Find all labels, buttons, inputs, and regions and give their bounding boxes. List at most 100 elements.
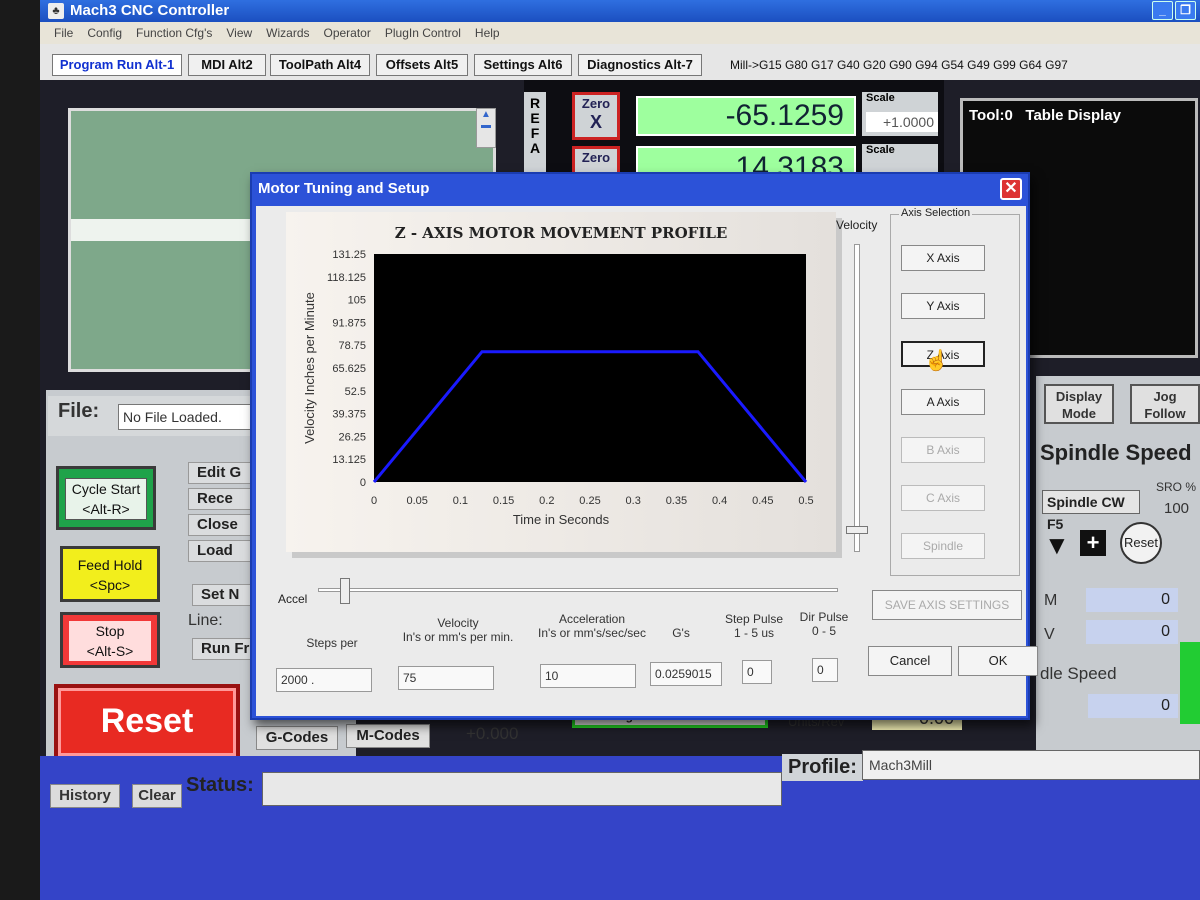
recent-file-button[interactable]: Rece <box>188 488 254 510</box>
mach3-app-icon: ♣ <box>48 3 64 19</box>
steps-per-label: Steps per <box>306 636 358 650</box>
reset-button[interactable]: Reset <box>54 684 240 760</box>
tab-mdi[interactable]: MDI Alt2 <box>188 54 266 76</box>
title-bar: ♣ Mach3 CNC Controller _ ❐ <box>40 0 1200 22</box>
a-axis-button[interactable]: A Axis <box>901 389 985 415</box>
menu-item[interactable]: Config <box>87 22 122 44</box>
steps-per-field[interactable]: 2000 . <box>276 668 372 692</box>
clear-button[interactable]: Clear <box>132 784 182 808</box>
stop-label: Stop <box>95 623 125 639</box>
history-button[interactable]: History <box>50 784 120 808</box>
v-label: V <box>1044 626 1055 643</box>
dro-panel: R E F A Zero X -65.1259 Scale +1.0000 Ze… <box>524 80 944 184</box>
tab-toolpath[interactable]: ToolPath Alt4 <box>270 54 370 76</box>
spindle-cw-button[interactable]: Spindle CW F5 <box>1042 490 1140 532</box>
display-mode-button[interactable]: Display Mode <box>1044 384 1114 424</box>
y-tick-label: 91.875 <box>332 317 366 329</box>
x-axis-button[interactable]: X Axis <box>901 245 985 271</box>
menu-item[interactable]: View <box>226 22 252 44</box>
edit-gcode-button[interactable]: Edit G <box>188 462 254 484</box>
x-tick-label: 0.35 <box>666 495 687 507</box>
y-tick-label: 0 <box>360 477 366 489</box>
tab-bar: Program Run Alt-1 MDI Alt2 ToolPath Alt4… <box>40 44 1200 80</box>
b-axis-button[interactable]: B Axis <box>901 437 985 463</box>
menu-item[interactable]: File <box>54 22 73 44</box>
tab-offsets[interactable]: Offsets Alt5 <box>376 54 468 76</box>
offset-value: +0.000 <box>466 724 519 743</box>
x-tick-label: 0.15 <box>493 495 514 507</box>
y-axis-button[interactable]: Y Axis <box>901 293 985 319</box>
spindle-value-1: 0 <box>1086 588 1178 612</box>
spindle-down-icon[interactable]: ▼ <box>1044 530 1070 561</box>
ref-all-button[interactable]: R E F A <box>524 92 546 180</box>
step-pulse-field[interactable]: 0 <box>742 660 772 684</box>
velocity-slider-thumb[interactable] <box>846 526 868 534</box>
restore-icon[interactable]: ❐ <box>1175 1 1196 20</box>
ok-button[interactable]: OK <box>958 646 1038 676</box>
accel-slider[interactable] <box>318 588 838 592</box>
line-label: Line: <box>188 612 223 629</box>
menu-item[interactable]: PlugIn Control <box>385 22 461 44</box>
menu-item[interactable]: Function Cfg's <box>136 22 212 44</box>
acceleration-field[interactable]: 10 <box>540 664 636 688</box>
ref-letter: E <box>530 110 540 126</box>
gs-field[interactable]: 0.0259015 <box>650 662 722 686</box>
x-tick-label: 0.45 <box>752 495 773 507</box>
y-tick-label: 105 <box>348 295 366 307</box>
x-tick-label: 0.05 <box>406 495 427 507</box>
zero-x-button[interactable]: Zero X <box>572 92 620 140</box>
motor-profile-chart: Z - AXIS MOTOR MOVEMENT PROFILE 0 13.125 26… <box>286 212 836 552</box>
cycle-start-shortcut: <Alt-R> <box>82 501 130 517</box>
dir-pulse-sub: 0 - 5 <box>811 624 836 638</box>
save-axis-settings-button[interactable]: SAVE AXIS SETTINGS <box>872 590 1022 620</box>
tab-settings[interactable]: Settings Alt6 <box>474 54 572 76</box>
ref-letter: A <box>529 140 541 156</box>
jog-follow-button[interactable]: Jog Follow <box>1130 384 1200 424</box>
feed-hold-button[interactable]: Feed Hold <Spc> <box>60 546 160 602</box>
cancel-button[interactable]: Cancel <box>868 646 952 676</box>
tab-program-run[interactable]: Program Run Alt-1 <box>52 54 182 76</box>
step-pulse-sub: 1 - 5 us <box>733 626 775 640</box>
close-icon[interactable]: ✕ <box>1000 178 1022 200</box>
zero-axis-label: X <box>589 112 602 132</box>
cycle-start-button[interactable]: Cycle Start <Alt-R> <box>56 466 156 530</box>
menu-item[interactable]: Wizards <box>266 22 309 44</box>
tab-diagnostics[interactable]: Diagnostics Alt-7 <box>578 54 702 76</box>
set-next-line-button[interactable]: Set N <box>192 584 258 606</box>
x-scale-value[interactable]: +1.0000 <box>866 112 938 132</box>
velocity-field[interactable]: 75 <box>398 666 494 690</box>
spindle-reset-button[interactable]: Reset <box>1120 522 1162 564</box>
window-controls: _ ❐ <box>1152 1 1196 20</box>
close-gcode-button[interactable]: Close <box>188 514 254 536</box>
menu-item[interactable]: Help <box>475 22 500 44</box>
menu-bar: File Config Function Cfg's View Wizards Opera… <box>40 22 1200 44</box>
load-gcode-button[interactable]: Load <box>188 540 254 562</box>
minimize-icon[interactable]: _ <box>1152 1 1173 20</box>
gcodes-button[interactable]: G-Codes <box>256 726 338 750</box>
mach3-screen: ♣ Mach3 CNC Controller _ ❐ File Config Fun… <box>40 0 1200 900</box>
y-tick-label: 65.625 <box>332 363 366 375</box>
spindle-axis-button[interactable]: Spindle <box>901 533 985 559</box>
accel-slider-thumb[interactable] <box>340 578 350 604</box>
mcodes-button[interactable]: M-Codes <box>346 724 430 748</box>
spindle-up-icon[interactable]: + <box>1080 530 1106 556</box>
stop-button[interactable]: Stop <Alt-S> <box>60 612 160 668</box>
active-gcodes: Mill->G15 G80 G17 G40 G20 G90 G94 G54 G4… <box>730 58 1068 72</box>
scale-label: Scale <box>866 92 895 104</box>
table-display-label: Table Display <box>1025 107 1121 124</box>
c-axis-button[interactable]: C Axis <box>901 485 985 511</box>
dir-pulse-field[interactable]: 0 <box>812 658 838 682</box>
menu-item[interactable]: Operator <box>324 22 371 44</box>
spindle-panel <box>1036 376 1200 796</box>
run-from-here-button[interactable]: Run Fr <box>192 638 258 660</box>
scroll-up-icon[interactable]: ▲ ▬ <box>476 108 496 148</box>
step-pulse-label: Step Pulse <box>724 612 784 626</box>
status-field <box>262 772 782 806</box>
spindle-speed-title: Spindle Speed <box>1040 440 1192 465</box>
ref-letter: R <box>529 95 541 111</box>
x-tick-label: 0.3 <box>626 495 641 507</box>
chart-svg: Z - AXIS MOTOR MOVEMENT PROFILE 0 13.125 26… <box>302 224 814 527</box>
x-axis-dro[interactable]: -65.1259 <box>636 96 856 136</box>
velocity-slider[interactable] <box>854 244 860 552</box>
gs-label: G's <box>672 626 690 640</box>
